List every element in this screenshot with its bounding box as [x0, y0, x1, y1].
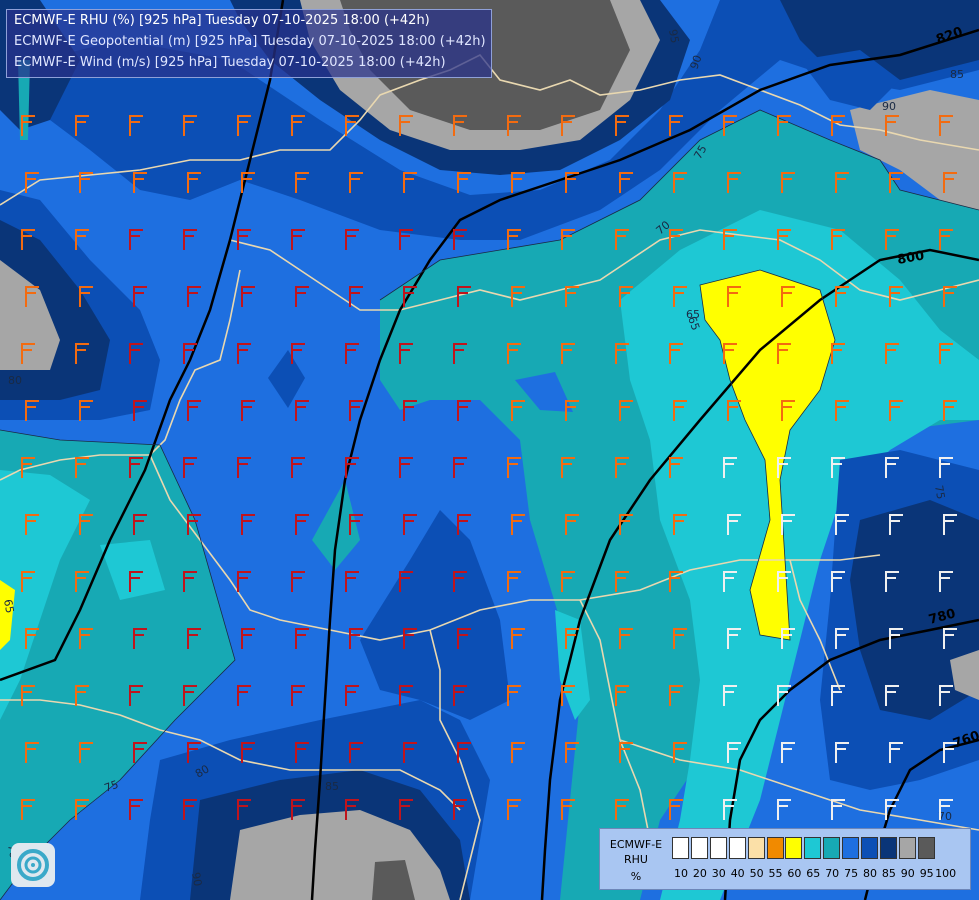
legend-swatch [690, 837, 708, 859]
legend-swatch [898, 837, 916, 859]
legend-swatch [766, 837, 784, 859]
legend-swatch [861, 837, 878, 859]
rhu-legend: ECMWF-E RHU % 10 20 30 40 50 55 60 65 70 75 80 85 90… [599, 828, 971, 890]
legend-swatch [672, 837, 689, 859]
legend-subtitle: RHU [624, 853, 648, 866]
rhu-label: 95 [666, 28, 681, 44]
legend-title: ECMWF-E [609, 838, 663, 851]
rhu-label: 90 [882, 100, 896, 113]
legend-unit: % [630, 870, 642, 883]
rhu-label: 65 [1, 598, 16, 614]
legend-swatch [728, 837, 746, 859]
legend-swatch [709, 837, 727, 859]
legend-swatch [747, 837, 765, 859]
legend-swatch [842, 837, 860, 859]
rhu-label: 90 [189, 871, 204, 887]
legend-tick: 100 [935, 867, 957, 880]
rhu-label: 85 [950, 68, 964, 81]
legend-swatch [879, 837, 897, 859]
rhu-label: 75 [932, 484, 947, 500]
rhu-label: 65 [686, 308, 700, 321]
rhu-label: 80 [8, 374, 22, 387]
legend-swatch [917, 837, 935, 859]
title-box: ECMWF-E RHU (%) [925 hPa] Tuesday 07-10-… [6, 9, 492, 78]
weather-map: 820 800 780 760 95 90 85 90 80 75 70 65 … [0, 0, 979, 900]
title-wind: ECMWF-E Wind (m/s) [925 hPa] Tuesday 07-… [14, 55, 446, 70]
legend-swatch [785, 837, 803, 859]
title-rhu: ECMWF-E RHU (%) [925 hPa] Tuesday 07-10-… [14, 13, 430, 28]
ecmwf-logo-icon [11, 843, 55, 887]
legend-swatch [804, 837, 822, 859]
legend-swatch [823, 837, 841, 859]
rhu-label: 85 [325, 780, 339, 793]
title-geopotential: ECMWF-E Geopotential (m) [925 hPa] Tuesd… [14, 34, 486, 49]
